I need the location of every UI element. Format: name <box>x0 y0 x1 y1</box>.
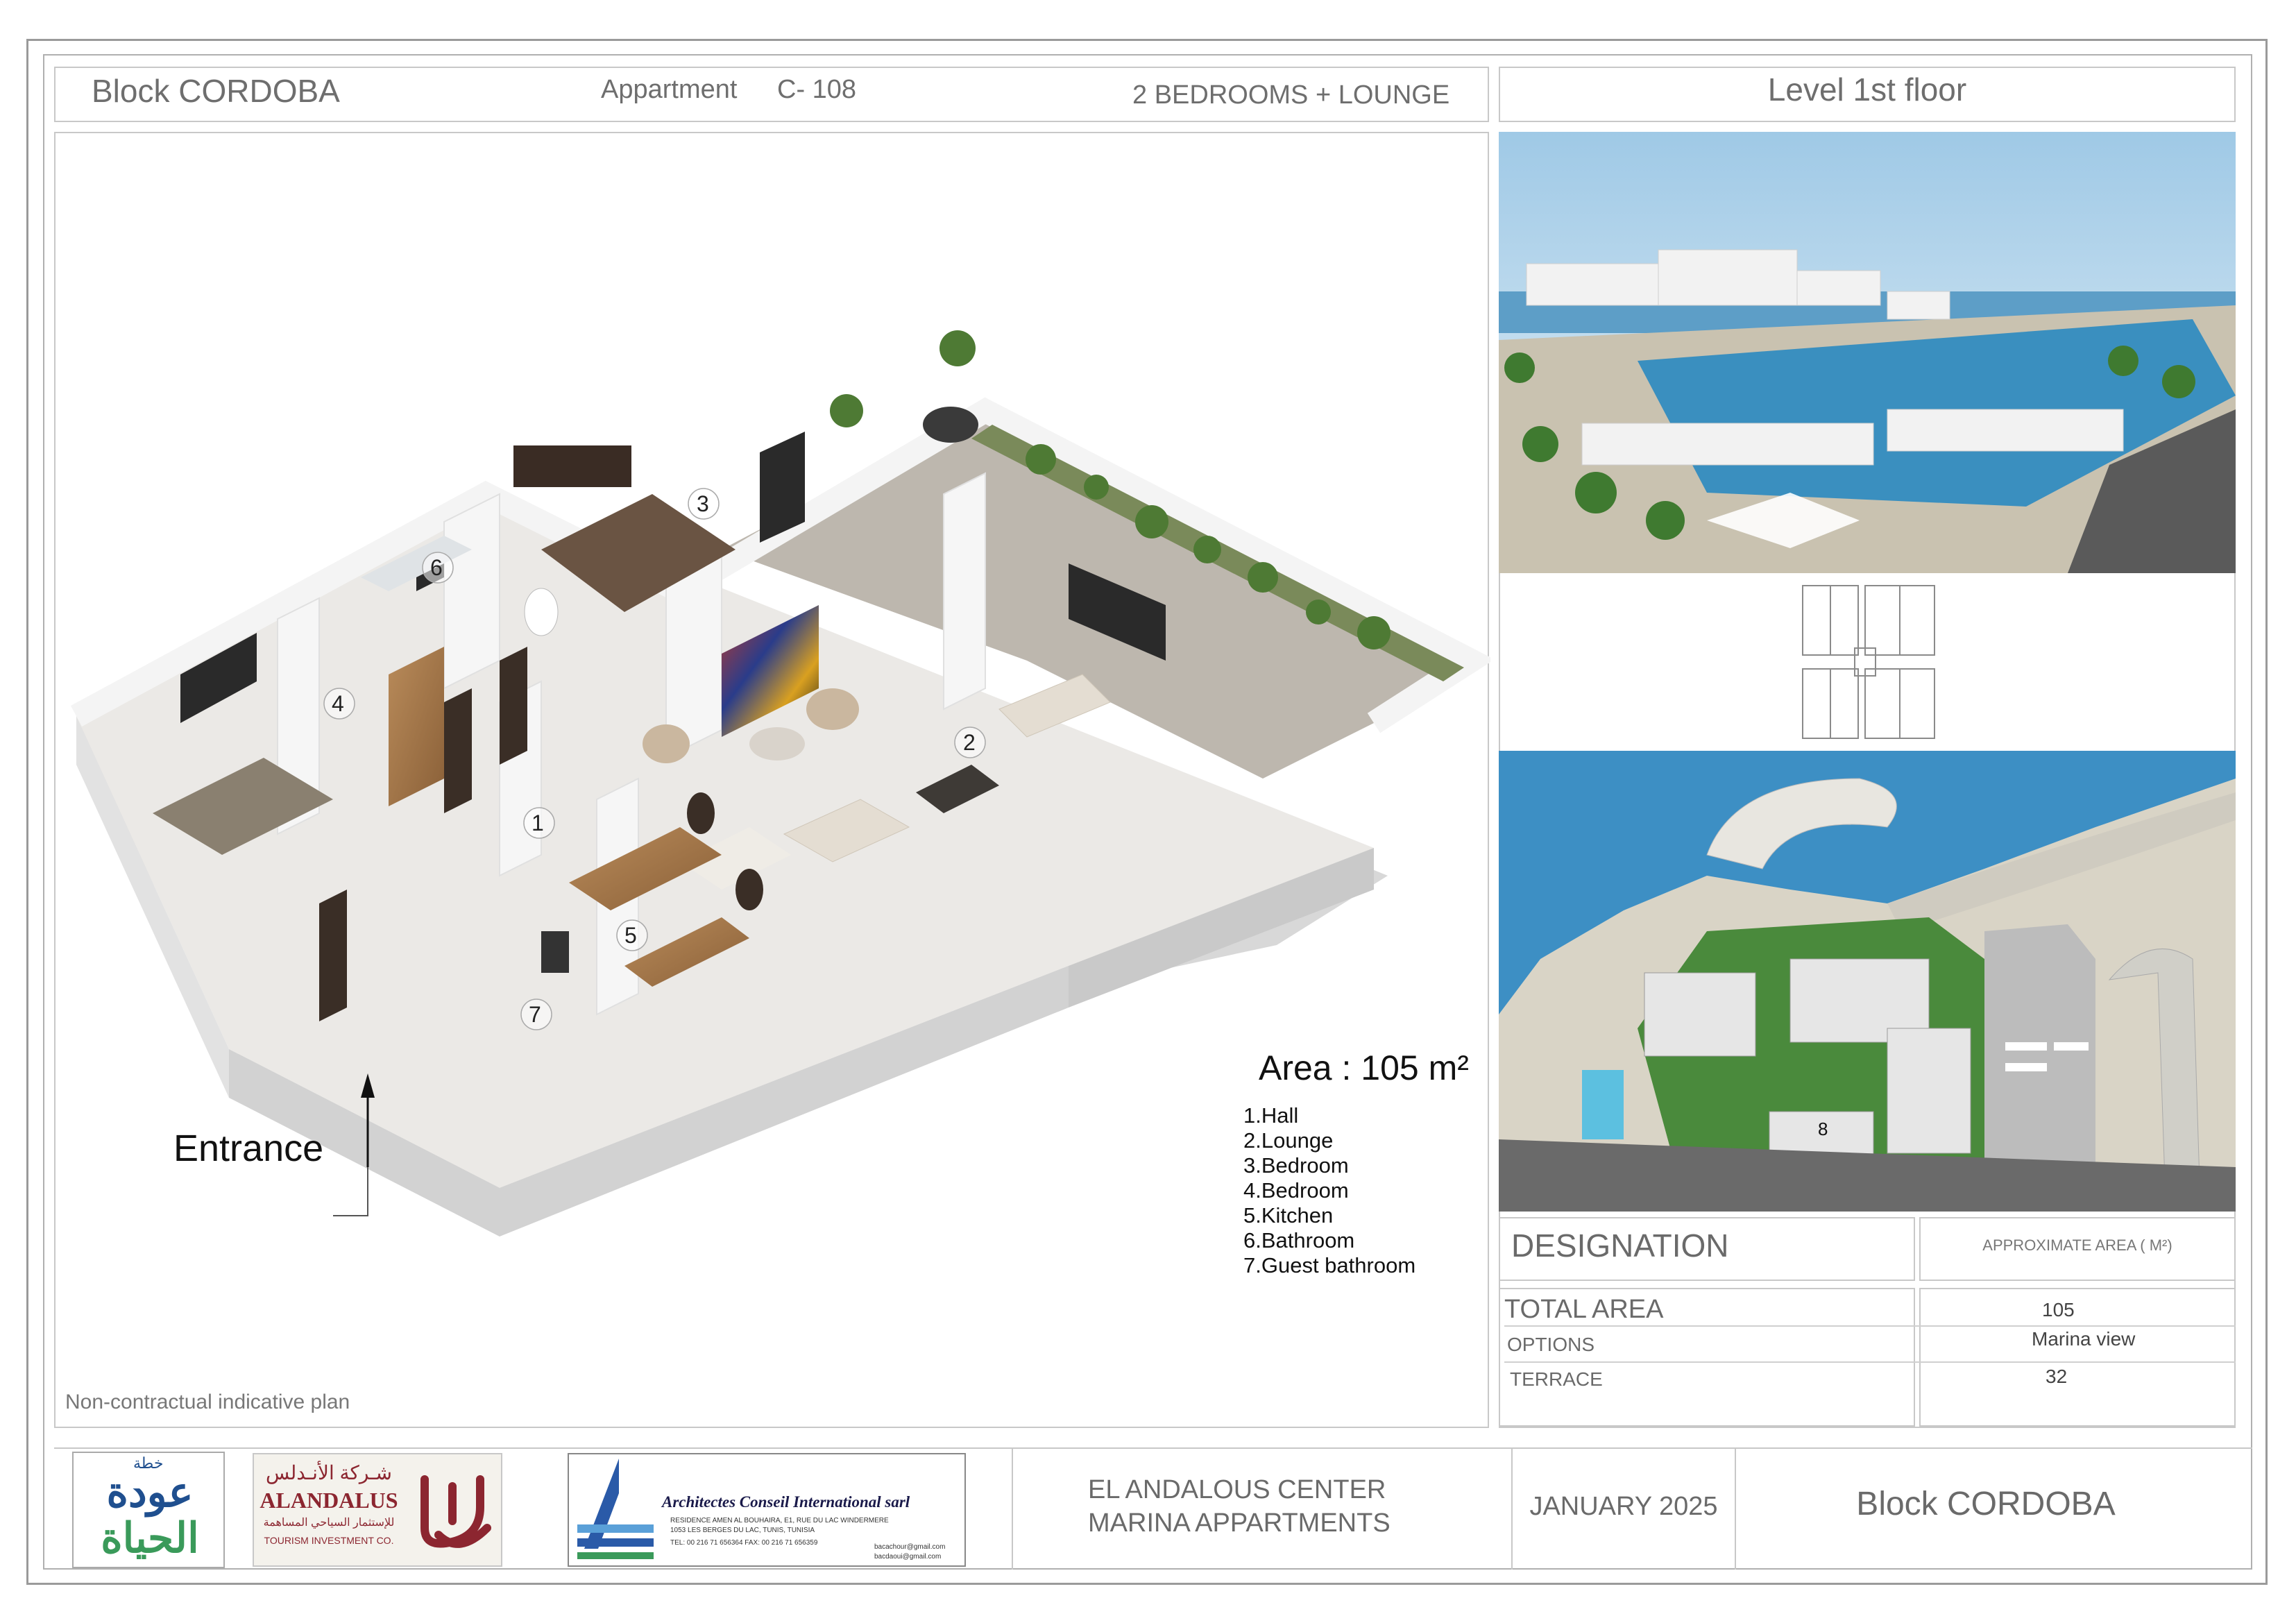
legend-item: 7.Guest bathroom <box>1243 1253 1416 1277</box>
legend-item: 2.Lounge <box>1243 1128 1334 1153</box>
logo-architectes: Architectes Conseil International sarl R… <box>568 1453 966 1567</box>
terrace-value: 32 <box>2046 1366 2068 1387</box>
room-number-3: 3 <box>697 491 709 516</box>
designation-header: DESIGNATION <box>1511 1227 1729 1264</box>
legend-item: 3.Bedroom <box>1243 1153 1349 1178</box>
total-area-label: TOTAL AREA <box>1504 1295 1664 1324</box>
room-number-5: 5 <box>624 923 637 948</box>
options-label: OPTIONS <box>1507 1334 1595 1355</box>
area-header: APPROXIMATE AREA ( M²) <box>1982 1237 2172 1254</box>
marina-render-image <box>1499 132 2236 573</box>
area-label: Area : 105 m² <box>1259 1048 1469 1087</box>
footer-divider <box>1012 1447 1013 1570</box>
site-block-label: 8 <box>1818 1119 1828 1139</box>
room-number-7: 7 <box>529 1002 541 1027</box>
apartment-code: C- 108 <box>777 75 857 104</box>
project-name-line-2: MARINA APPARTMENTS <box>1088 1509 1391 1538</box>
alandalus-calligraphy-mark <box>420 1475 491 1548</box>
disclaimer: Non-contractual indicative plan <box>65 1391 350 1413</box>
total-area-value: 105 <box>2042 1299 2075 1320</box>
project-name-line-1: EL ANDALOUS CENTER <box>1088 1475 1386 1504</box>
room-legend: 1.Hall 2.Lounge 3.Bedroom 4.Bedroom 5.Ki… <box>1243 1103 1479 1278</box>
room-number-6: 6 <box>430 555 443 580</box>
site-plan-illustration <box>1499 751 2236 1212</box>
table-row: OPTIONS Marina view <box>1504 1328 2236 1363</box>
room-number-1: 1 <box>532 810 544 835</box>
legend-item: 4.Bedroom <box>1243 1178 1349 1203</box>
site-plan-image: 8 <box>1499 751 2236 1212</box>
legend-item: 5.Kitchen <box>1243 1203 1334 1227</box>
terrace-label: TERRACE <box>1510 1368 1603 1390</box>
key-plan-thumbnail <box>1802 585 1935 739</box>
entrance-label: Entrance <box>173 1128 324 1169</box>
table-row: TERRACE 32 <box>1504 1364 2236 1399</box>
room-number-4: 4 <box>332 691 344 716</box>
terrace-chair <box>923 407 978 443</box>
guest-bath-cabinet <box>541 931 569 973</box>
aci-logo-mark <box>577 1459 654 1559</box>
legend-item: 1.Hall <box>1243 1103 1299 1128</box>
logo-awdet-elhaya: خطة عودة الحياة <box>72 1452 225 1568</box>
room-number-2: 2 <box>963 730 976 755</box>
marina-render-illustration <box>1499 132 2236 573</box>
legend-item: 6.Bathroom <box>1243 1228 1355 1252</box>
options-value: Marina view <box>2032 1328 2136 1350</box>
footer-block-name: Block CORDOBA <box>1856 1486 2116 1522</box>
level-title: Level 1st floor <box>1767 71 1967 108</box>
bed-headboard-art <box>513 445 631 487</box>
entrance-leader <box>333 1167 368 1216</box>
apartment-label: Appartment <box>601 75 738 104</box>
footer-date: JANUARY 2025 <box>1529 1492 1718 1521</box>
bathroom-sink <box>524 588 559 636</box>
block-title: Block CORDOBA <box>92 73 340 109</box>
table-row: TOTAL AREA 105 <box>1504 1292 2236 1327</box>
logo-alandalus: شـركة الأنـدلس ALANDALUS للإستثمار السيا… <box>253 1453 502 1567</box>
wardrobe <box>389 647 444 806</box>
floor-plan-panel: 1 2 3 4 5 6 7 Entrance Area : 105 m² 1.H… <box>54 132 1490 1428</box>
apartment-layout: 2 BEDROOMS + LOUNGE <box>1132 80 1450 110</box>
